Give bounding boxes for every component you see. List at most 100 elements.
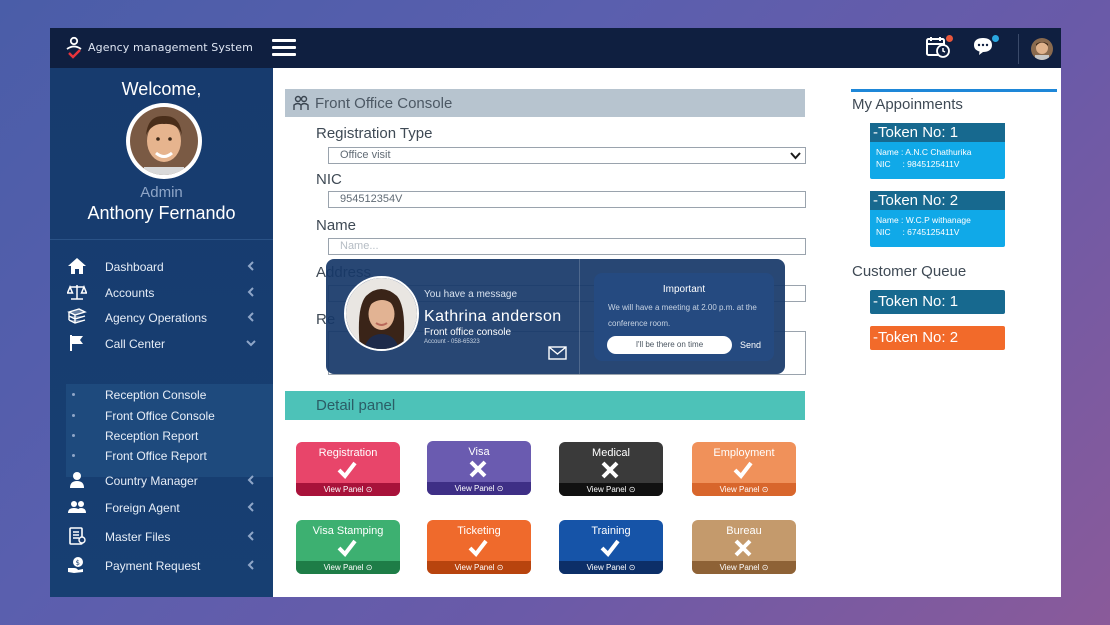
view-panel-link[interactable]: View Panel ⊙ [296,561,400,574]
tile-title: Bureau [726,525,762,537]
tile-training[interactable]: Training View Panel ⊙ [559,520,663,574]
token-label: -Token No: 2 [870,191,1005,210]
appointments-title: My Appoinments [852,96,963,113]
sender-role: Front office console [424,327,512,338]
token-label: -Token No: 1 [870,123,1005,142]
sidebar-item-label: Country Manager [105,474,198,488]
sidebar-subitem-reception-report[interactable]: Reception Report [66,426,273,446]
chat-bubble-icon[interactable] [972,34,1000,60]
check-icon [337,539,357,558]
tile-bureau[interactable]: Bureau View Panel ⊙ [692,520,796,574]
page-title: Front Office Console [315,95,453,112]
sidebar-subitem-front-office-console[interactable]: Front Office Console [66,406,273,426]
view-panel-link[interactable]: View Panel ⊙ [559,561,663,574]
bullet [72,454,75,457]
app-title: Agency management System [88,41,253,54]
hamburger-icon[interactable] [272,39,296,58]
console-header: Front Office Console [285,89,805,117]
detail-panel-header: Detail panel [285,391,805,420]
customer-queue-title: Customer Queue [852,263,967,280]
chevron-down-icon [246,340,256,347]
tile-registration[interactable]: Registration View Panel ⊙ [296,442,400,496]
appointment-card[interactable]: -Token No: 1 Name : A.N.C Chathurika NIC… [870,123,1005,179]
view-panel-link[interactable]: View Panel ⊙ [427,561,531,574]
chevron-down-icon [790,152,801,160]
appointment-name: Name : W.C.P withanage [876,215,971,225]
name-label: Name [316,217,357,234]
bullet [72,434,75,437]
nic-field[interactable]: 954512354V [328,191,806,208]
queue-token[interactable]: -Token No: 2 [870,326,1005,350]
notice-title: Important [662,284,706,295]
view-panel-link[interactable]: View Panel ⊙ [692,561,796,574]
chevron-left-icon [247,531,254,541]
books-icon [67,308,87,324]
bullet [72,393,75,396]
calendar-clock-icon[interactable] [926,34,954,60]
view-panel-label: View Panel [454,563,495,572]
sender-avatar [344,276,419,351]
tile-title: Visa [468,446,490,458]
queue-token[interactable]: -Token No: 1 [870,290,1005,314]
subitem-label: Reception Report [105,429,199,443]
sidebar-item-master-files[interactable]: Master Files [50,525,273,549]
tile-ticketing[interactable]: Ticketing View Panel ⊙ [427,520,531,574]
tile-title: Ticketing [457,525,501,537]
sender-name: Kathrina anderson [424,308,562,325]
user-role: Admin [140,184,183,201]
tile-visa[interactable]: Visa View Panel ⊙ [427,441,531,495]
users-icon [68,501,86,513]
sidebar-item-accounts[interactable]: Accounts [50,281,273,305]
tile-employment[interactable]: Employment View Panel ⊙ [692,442,796,496]
cross-icon [601,461,619,479]
view-panel-link[interactable]: View Panel ⊙ [692,483,796,496]
sidebar-item-label: Master Files [105,530,171,544]
document-icon [69,527,86,545]
view-panel-link[interactable]: View Panel ⊙ [296,483,400,496]
sidebar-item-call-center[interactable]: Call Center [50,332,273,356]
sidebar-item-label: Agency Operations [105,311,208,325]
tile-title: Visa Stamping [312,525,384,537]
reply-input[interactable]: I'll be there on time [607,336,732,354]
check-icon [600,539,620,558]
view-panel-label: View Panel [323,485,364,494]
view-panel-label: View Panel [586,563,627,572]
sidebar-item-payment-request[interactable]: $ Payment Request [50,554,273,578]
tile-visa-stamping[interactable]: Visa Stamping View Panel ⊙ [296,520,400,574]
chevron-left-icon [247,287,254,297]
view-panel-link[interactable]: View Panel ⊙ [427,482,531,495]
important-notice: Important We will have a meeting at 2.00… [594,273,774,361]
registration-type-select[interactable]: Office visit [328,147,806,164]
sidebar-item-label: Foreign Agent [105,501,180,515]
sidebar-item-foreign-agent[interactable]: Foreign Agent [50,496,273,520]
send-button[interactable]: Send [740,340,761,350]
appointment-nic: NIC : 9845125411V [876,159,960,169]
sidebar-item-agency-operations[interactable]: Agency Operations [50,306,273,330]
sidebar-item-label: Dashboard [105,260,164,274]
sidebar: Welcome, Admin Anthony Fernando Dashboar… [50,68,273,597]
message-popup: You have a message Kathrina anderson Fro… [326,259,785,374]
sidebar-subitem-reception-console[interactable]: Reception Console [66,385,273,405]
nic-label: NIC [316,171,342,188]
subitem-label: Reception Console [105,388,207,402]
view-panel-label: View Panel [323,563,364,572]
topbar-divider [1018,34,1019,64]
sidebar-subitem-front-office-report[interactable]: Front Office Report [66,446,273,466]
sender-account: Account - 058-65323 [424,339,480,345]
svg-text:$: $ [76,559,80,567]
tile-title: Employment [713,447,775,459]
sidebar-item-country-manager[interactable]: Country Manager [50,469,273,493]
sidebar-item-dashboard[interactable]: Dashboard [50,255,273,279]
users-icon [293,95,309,110]
registration-type-label: Registration Type [316,125,433,142]
check-icon [337,461,357,480]
notification-badge [945,34,954,43]
scale-icon [67,285,87,300]
name-field[interactable]: Name... [328,238,806,255]
tile-medical[interactable]: Medical View Panel ⊙ [559,442,663,496]
avatar[interactable] [1031,38,1053,60]
message-intro: You have a message [424,289,518,300]
envelope-icon[interactable] [548,346,567,360]
appointment-card[interactable]: -Token No: 2 Name : W.C.P withanage NIC … [870,191,1005,247]
view-panel-link[interactable]: View Panel ⊙ [559,483,663,496]
